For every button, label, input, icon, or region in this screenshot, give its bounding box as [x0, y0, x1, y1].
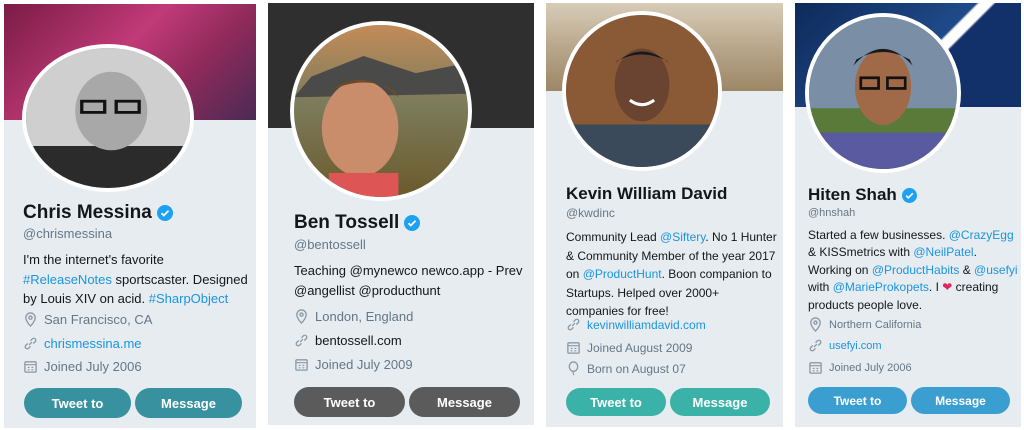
profile-name[interactable]: Chris Messina: [23, 202, 173, 224]
location-row: San Francisco, CA: [23, 312, 152, 327]
location-pin-icon: [25, 312, 36, 327]
website-row[interactable]: bentossell.com: [294, 333, 402, 348]
profile-bio: Teaching @mynewco newco.app - Prev @ange…: [294, 263, 523, 298]
link-icon: [809, 339, 822, 352]
mention-link[interactable]: @Siftery: [660, 230, 705, 244]
mention-link[interactable]: @ProductHabits: [872, 263, 960, 277]
tweet-to-button[interactable]: Tweet to: [808, 387, 907, 414]
profile-name[interactable]: Ben Tossell: [294, 212, 421, 234]
website-link[interactable]: usefyi.com: [829, 340, 882, 352]
mention-link[interactable]: @usefyi: [974, 263, 1018, 277]
mention-link[interactable]: @NeilPatel: [913, 245, 973, 259]
hashtag-link[interactable]: #ReleaseNotes: [23, 272, 112, 287]
verified-badge-icon: [901, 187, 917, 203]
link-icon: [567, 318, 580, 331]
tweet-to-button[interactable]: Tweet to: [294, 387, 405, 417]
birthday-balloon-icon: [568, 361, 579, 376]
joined-row: Joined July 2009: [294, 357, 413, 372]
joined-row: Joined July 2006: [808, 360, 912, 375]
location-pin-icon: [296, 309, 307, 324]
profile-card-kevin: Kevin William David @kwdinc Community Le…: [546, 3, 783, 427]
website-row[interactable]: kevinwilliamdavid.com: [566, 317, 706, 332]
message-button[interactable]: Message: [135, 388, 242, 418]
birthday-row: Born on August 07: [566, 361, 686, 376]
tweet-to-button[interactable]: Tweet to: [24, 388, 131, 418]
profile-handle[interactable]: @bentossell: [294, 237, 366, 252]
profile-handle[interactable]: @chrismessina: [23, 226, 112, 241]
calendar-icon: [24, 361, 37, 373]
profile-card-ben: Ben Tossell @bentossell Teaching @mynewc…: [268, 3, 534, 425]
calendar-icon: [295, 359, 308, 371]
profile-bio: I'm the internet's favorite #ReleaseNote…: [23, 252, 248, 306]
message-button[interactable]: Message: [670, 388, 770, 416]
verified-badge-icon: [156, 205, 173, 221]
message-button[interactable]: Message: [911, 387, 1010, 414]
tweet-to-button[interactable]: Tweet to: [566, 388, 666, 416]
profile-card-hiten: Hiten Shah @hnshah Started a few busines…: [795, 3, 1021, 427]
mention-link[interactable]: @MarieProkopets: [833, 280, 929, 294]
profile-name[interactable]: Hiten Shah: [808, 185, 917, 205]
link-icon: [24, 337, 37, 350]
location-row: Northern California: [808, 317, 921, 332]
website-link[interactable]: chrismessina.me: [44, 336, 142, 351]
joined-row: Joined July 2006: [23, 359, 142, 374]
hashtag-link[interactable]: #SharpObject: [149, 291, 229, 306]
profile-bio: Started a few businesses. @CrazyEgg & KI…: [808, 228, 1018, 312]
avatar[interactable]: [290, 21, 472, 201]
website-row[interactable]: chrismessina.me: [23, 336, 142, 351]
link-icon: [295, 334, 308, 347]
website-link[interactable]: kevinwilliamdavid.com: [587, 318, 706, 332]
mention-link[interactable]: @CrazyEgg: [949, 228, 1014, 242]
joined-row: Joined August 2009: [566, 340, 692, 355]
avatar[interactable]: [805, 13, 961, 173]
calendar-icon: [567, 342, 580, 354]
location-pin-icon: [810, 317, 821, 332]
location-row: London, England: [294, 309, 413, 324]
heart-icon: ❤: [942, 280, 953, 295]
website-row[interactable]: usefyi.com: [808, 338, 882, 353]
profile-name[interactable]: Kevin William David: [566, 184, 727, 204]
message-button[interactable]: Message: [409, 387, 520, 417]
profile-card-chris: Chris Messina @chrismessina I'm the inte…: [4, 4, 256, 428]
avatar[interactable]: [562, 11, 722, 171]
profile-handle[interactable]: @hnshah: [808, 207, 855, 219]
mention-link[interactable]: @ProductHunt: [583, 267, 662, 281]
profile-handle[interactable]: @kwdinc: [566, 206, 615, 220]
verified-badge-icon: [404, 215, 421, 231]
avatar[interactable]: [22, 44, 194, 192]
profile-bio: Community Lead @Siftery. No 1 Hunter & C…: [566, 230, 777, 319]
calendar-icon: [809, 362, 822, 374]
website-link[interactable]: bentossell.com: [315, 333, 402, 348]
